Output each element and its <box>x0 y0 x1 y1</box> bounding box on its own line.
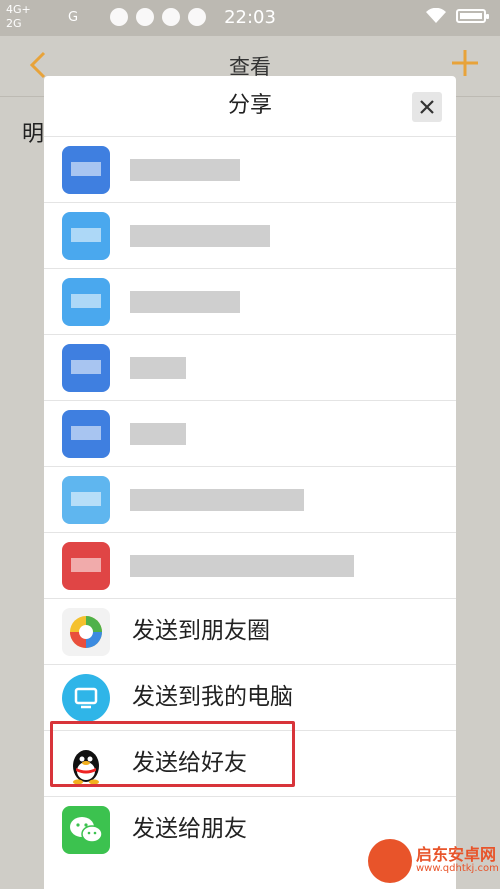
app-icon <box>62 278 110 326</box>
blurred-label <box>130 159 240 181</box>
share-item[interactable] <box>44 202 456 268</box>
app-icon <box>62 542 110 590</box>
close-icon <box>420 100 434 114</box>
battery-icon <box>456 9 489 23</box>
watermark: 启东安卓网 www.qdhtkj.com <box>368 837 499 887</box>
app-icon <box>62 344 110 392</box>
share-item-label: 发送给朋友 <box>132 816 247 842</box>
share-item[interactable] <box>44 532 456 598</box>
share-item[interactable]: 发送到朋友圈 <box>44 598 456 664</box>
wifi-icon <box>426 8 446 23</box>
highlight-box <box>50 721 295 787</box>
blurred-label <box>130 225 270 247</box>
dialog-title: 分享 <box>227 93 272 118</box>
share-item-label: 发送到朋友圈 <box>132 618 270 644</box>
share-item[interactable] <box>44 400 456 466</box>
blurred-label <box>130 357 186 379</box>
watermark-name: 启东安卓网 <box>416 845 497 864</box>
share-item[interactable] <box>44 466 456 532</box>
background-text: 明 <box>22 122 45 147</box>
close-button[interactable] <box>412 92 442 122</box>
status-bar: 4G+ 2G G 22:03 <box>0 0 500 36</box>
app-icon <box>62 476 110 524</box>
app-icon <box>62 146 110 194</box>
share-item[interactable] <box>44 136 456 202</box>
share-item[interactable] <box>44 334 456 400</box>
watermark-logo <box>368 839 412 883</box>
watermark-url: www.qdhtkj.com <box>416 863 499 874</box>
blurred-label <box>130 423 186 445</box>
moments-icon <box>62 608 110 656</box>
plus-icon[interactable] <box>450 48 480 78</box>
blurred-label <box>130 489 304 511</box>
app-icon <box>62 212 110 260</box>
app-icon <box>62 410 110 458</box>
blurred-label <box>130 555 354 577</box>
share-item[interactable] <box>44 268 456 334</box>
computer-icon <box>62 674 110 722</box>
blurred-label <box>130 291 240 313</box>
status-time: 22:03 <box>224 7 276 28</box>
wechat-icon <box>62 806 110 854</box>
